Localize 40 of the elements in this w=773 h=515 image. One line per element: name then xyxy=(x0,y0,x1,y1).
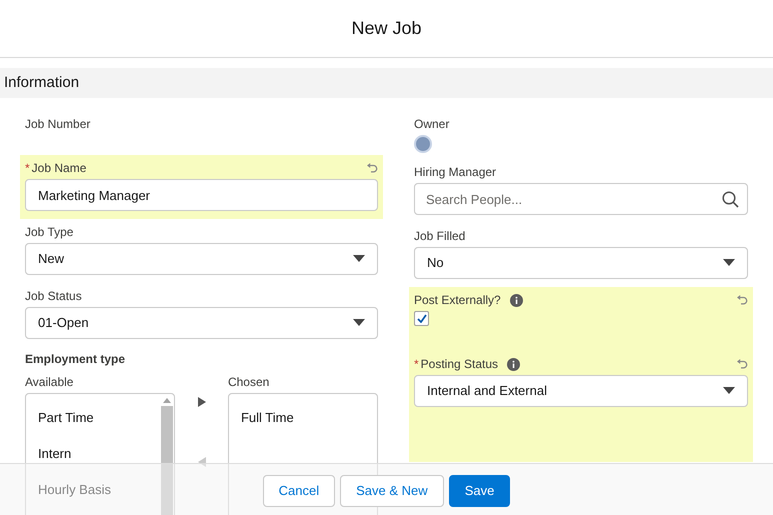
list-label: Chosen xyxy=(228,374,270,391)
list-option[interactable]: Intern xyxy=(26,436,160,472)
field-label: Job Type xyxy=(25,224,74,241)
field-label: Posting Status xyxy=(420,356,498,373)
save-button[interactable]: Save xyxy=(448,474,510,506)
footer-button[interactable]: Save & New xyxy=(340,474,444,506)
dropdown[interactable]: 01-Open xyxy=(25,307,378,339)
search-icon xyxy=(722,191,739,208)
field-label: Job Filled xyxy=(414,228,466,245)
list-option[interactable]: Part Time xyxy=(26,400,160,436)
caret-icon xyxy=(723,387,735,395)
move-right-icon xyxy=(198,397,206,407)
text-field[interactable]: Marketing Manager xyxy=(25,179,378,211)
field-label: Owner xyxy=(414,116,450,133)
list-label: Available xyxy=(25,374,74,391)
footer-button[interactable]: Cancel xyxy=(262,474,336,506)
dropdown[interactable]: New xyxy=(25,243,378,275)
field-label: Job Status xyxy=(25,288,82,305)
required-mark: * xyxy=(414,356,419,373)
required-mark: * xyxy=(25,160,30,177)
undo-icon[interactable] xyxy=(366,162,378,174)
caret-icon xyxy=(353,255,365,263)
avatar-icon xyxy=(414,135,432,153)
field-label: Job Name xyxy=(32,160,86,177)
field-label: Job Number xyxy=(25,116,90,133)
undo-icon[interactable] xyxy=(736,294,748,306)
search-field[interactable]: Search People... xyxy=(414,183,748,215)
dropdown[interactable]: No xyxy=(414,247,748,279)
field-label: Post Externally? xyxy=(414,292,501,309)
section-title: Information xyxy=(4,72,80,93)
dropdown[interactable]: Internal and External xyxy=(414,375,748,407)
move-left-icon xyxy=(198,457,206,467)
group-heading: Employment type xyxy=(25,351,126,368)
caret-icon xyxy=(353,319,365,327)
field-label: Hiring Manager xyxy=(414,164,496,181)
checkbox[interactable] xyxy=(414,311,429,326)
caret-icon xyxy=(723,259,735,267)
undo-icon[interactable] xyxy=(736,358,748,370)
modal-title: New Job xyxy=(351,17,422,40)
list-option[interactable]: Full Time xyxy=(228,400,378,436)
